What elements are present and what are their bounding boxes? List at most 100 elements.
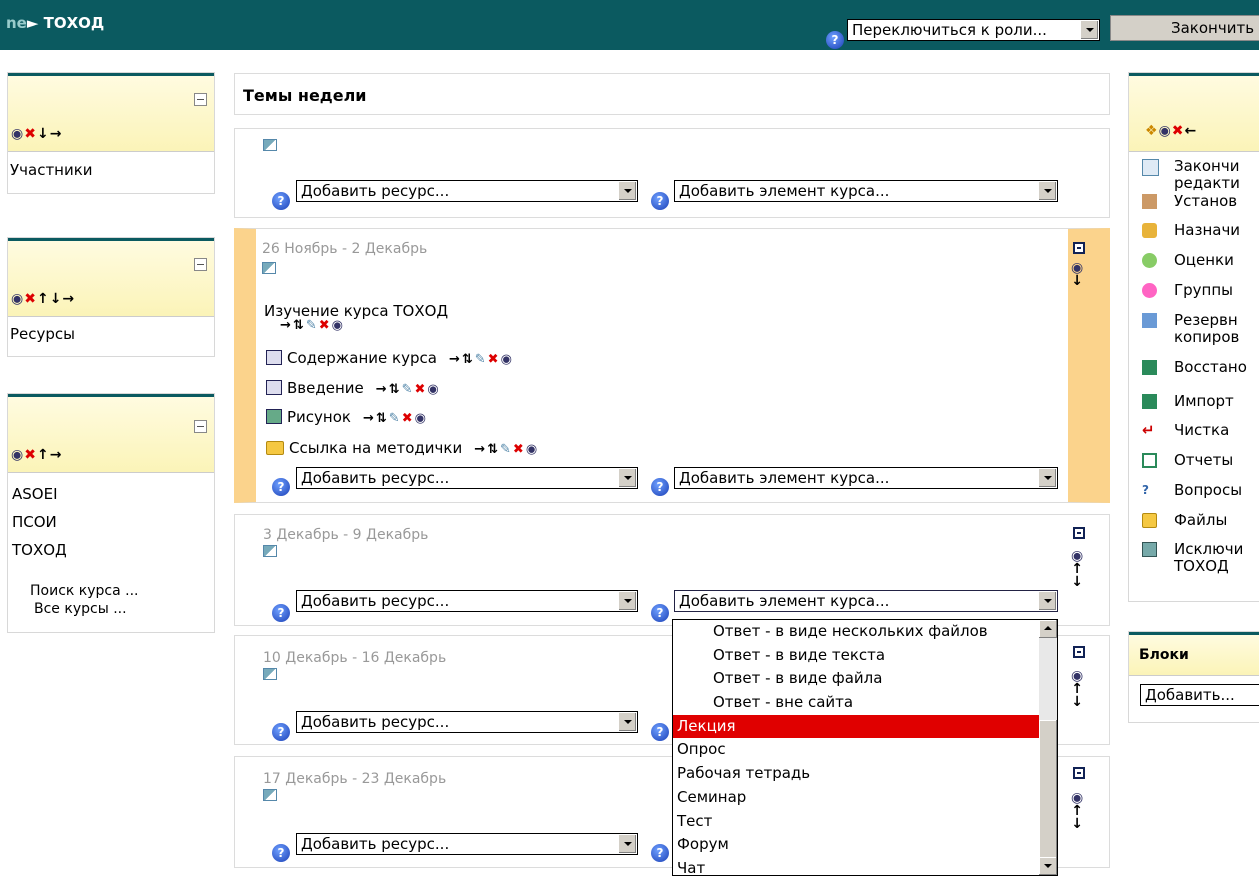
chevron-down-icon[interactable]: [1080, 21, 1098, 39]
arrow-down-icon[interactable]: ↓: [50, 291, 63, 307]
activity-dropdown-list[interactable]: Ответ - в виде нескольких файлов Ответ -…: [672, 619, 1058, 876]
add-activity-select[interactable]: Добавить элемент курса...: [674, 180, 1058, 202]
collapse-icon[interactable]: [194, 258, 207, 271]
arrow-right-icon[interactable]: →: [50, 447, 63, 463]
edit-summary-icon[interactable]: [263, 139, 277, 151]
add-resource-select[interactable]: Добавить ресурс...: [296, 590, 638, 612]
edit-icon[interactable]: ✎: [402, 382, 415, 397]
resource-link[interactable]: Рисунок: [287, 408, 351, 426]
add-activity-select[interactable]: Добавить элемент курса...: [674, 467, 1058, 489]
edit-summary-icon[interactable]: [263, 789, 277, 801]
search-courses-link[interactable]: Поиск курса ...: [30, 583, 139, 599]
arrow-left-icon[interactable]: ←: [1185, 123, 1198, 139]
arrow-up-icon[interactable]: ↑: [37, 291, 50, 307]
resource-link[interactable]: Содержание курса: [287, 349, 437, 367]
chevron-down-icon[interactable]: [618, 469, 636, 487]
help-icon[interactable]: ?: [651, 604, 669, 622]
help-icon[interactable]: ?: [826, 31, 844, 49]
show-only-this-section-icon[interactable]: [1073, 646, 1085, 658]
delete-icon[interactable]: ✖: [24, 447, 37, 463]
scroll-down-icon[interactable]: [1039, 857, 1057, 875]
edit-summary-icon[interactable]: [263, 668, 277, 680]
arrow-right-icon[interactable]: →: [363, 411, 376, 426]
delete-icon[interactable]: ✖: [488, 352, 501, 367]
arrow-right-icon[interactable]: →: [50, 126, 63, 142]
show-only-this-section-icon[interactable]: [1073, 242, 1085, 254]
resource-item[interactable]: Ссылка на методички →⇅✎✖◉: [266, 439, 539, 457]
scroll-up-icon[interactable]: [1039, 620, 1057, 638]
all-courses-link[interactable]: Все курсы ...: [34, 601, 127, 617]
delete-icon[interactable]: ✖: [513, 442, 526, 457]
dropdown-option[interactable]: Рабочая тетрадь: [673, 762, 1057, 786]
course-link[interactable]: ТОХОД: [12, 541, 67, 559]
edit-icon[interactable]: ✎: [475, 352, 488, 367]
dropdown-option[interactable]: Форум: [673, 833, 1057, 857]
chevron-down-icon[interactable]: [1038, 182, 1056, 200]
add-activity-select-open[interactable]: Добавить элемент курса...: [674, 590, 1058, 612]
dropdown-option-highlighted[interactable]: Лекция: [673, 714, 1057, 739]
dropdown-option[interactable]: Тест: [673, 810, 1057, 834]
resource-link[interactable]: Ссылка на методички: [289, 439, 462, 457]
move-icon[interactable]: ⇅: [376, 411, 389, 426]
delete-icon[interactable]: ✖: [24, 126, 37, 142]
dropdown-scrollbar[interactable]: [1039, 620, 1057, 875]
add-resource-select[interactable]: Добавить ресурс...: [296, 180, 638, 202]
dropdown-option[interactable]: Ответ - вне сайта: [673, 691, 1057, 715]
help-icon[interactable]: ?: [651, 844, 669, 862]
resource-item[interactable]: Введение →⇅✎✖◉: [266, 379, 441, 397]
finish-editing-button[interactable]: Закончить: [1110, 15, 1259, 41]
eye-icon[interactable]: ◉: [501, 352, 514, 367]
chevron-down-icon[interactable]: [1038, 469, 1056, 487]
dropdown-option[interactable]: Семинар: [673, 786, 1057, 810]
arrow-down-icon[interactable]: ↓: [1071, 273, 1083, 289]
add-resource-select[interactable]: Добавить ресурс...: [296, 467, 638, 489]
dropdown-option[interactable]: Ответ - в виде нескольких файлов: [673, 620, 1057, 644]
move-icon[interactable]: ⇅: [389, 382, 402, 397]
arrow-down-icon[interactable]: ↓: [1071, 816, 1083, 832]
course-link[interactable]: ASOEI: [12, 485, 58, 503]
arrow-right-icon[interactable]: →: [280, 318, 293, 333]
eye-icon[interactable]: ◉: [526, 442, 539, 457]
chevron-down-icon[interactable]: [618, 182, 636, 200]
help-icon[interactable]: ?: [272, 192, 290, 210]
eye-icon[interactable]: ◉: [332, 318, 345, 333]
chevron-down-icon[interactable]: [1038, 592, 1056, 610]
collapse-icon[interactable]: [194, 420, 207, 433]
arrow-right-icon[interactable]: →: [376, 382, 389, 397]
show-only-this-section-icon[interactable]: [1073, 527, 1085, 539]
delete-icon[interactable]: ✖: [414, 382, 427, 397]
delete-icon[interactable]: ✖: [402, 411, 415, 426]
arrow-right-icon[interactable]: →: [449, 352, 462, 367]
eye-icon[interactable]: ◉: [415, 411, 428, 426]
help-icon[interactable]: ?: [651, 723, 669, 741]
eye-icon[interactable]: ◉: [427, 382, 440, 397]
scroll-thumb[interactable]: [1039, 720, 1057, 865]
resources-link[interactable]: Ресурсы: [10, 325, 75, 343]
add-block-select[interactable]: Добавить...: [1140, 684, 1259, 706]
edit-icon[interactable]: ✎: [306, 318, 319, 333]
resource-item[interactable]: Содержание курса →⇅✎✖◉: [266, 349, 514, 367]
help-icon[interactable]: ?: [651, 192, 669, 210]
breadcrumb-course-link[interactable]: ТОХОД: [44, 14, 105, 32]
dropdown-option[interactable]: Ответ - в виде текста: [673, 644, 1057, 668]
arrow-down-icon[interactable]: ↓: [37, 126, 50, 142]
edit-summary-icon[interactable]: [263, 545, 277, 557]
arrow-up-icon[interactable]: ↑: [37, 447, 50, 463]
help-icon[interactable]: ?: [272, 604, 290, 622]
dropdown-option[interactable]: Чат: [673, 857, 1057, 875]
eye-icon[interactable]: ◉: [11, 447, 24, 463]
move-icon[interactable]: ⇅: [487, 442, 500, 457]
eye-icon[interactable]: ◉: [11, 291, 24, 307]
chevron-down-icon[interactable]: [618, 713, 636, 731]
move-icon[interactable]: ⇅: [293, 318, 306, 333]
eye-icon[interactable]: ◉: [11, 126, 24, 142]
resource-link[interactable]: Введение: [287, 379, 364, 397]
course-link[interactable]: ПСОИ: [12, 513, 57, 531]
delete-icon[interactable]: ✖: [319, 318, 332, 333]
arrow-right-icon[interactable]: →: [474, 442, 487, 457]
resource-item[interactable]: Рисунок →⇅✎✖◉: [266, 408, 428, 426]
arrow-down-icon[interactable]: ↓: [1071, 694, 1083, 710]
help-icon[interactable]: ?: [651, 478, 669, 496]
delete-icon[interactable]: ✖: [1172, 123, 1185, 139]
arrow-right-icon[interactable]: →: [62, 291, 75, 307]
